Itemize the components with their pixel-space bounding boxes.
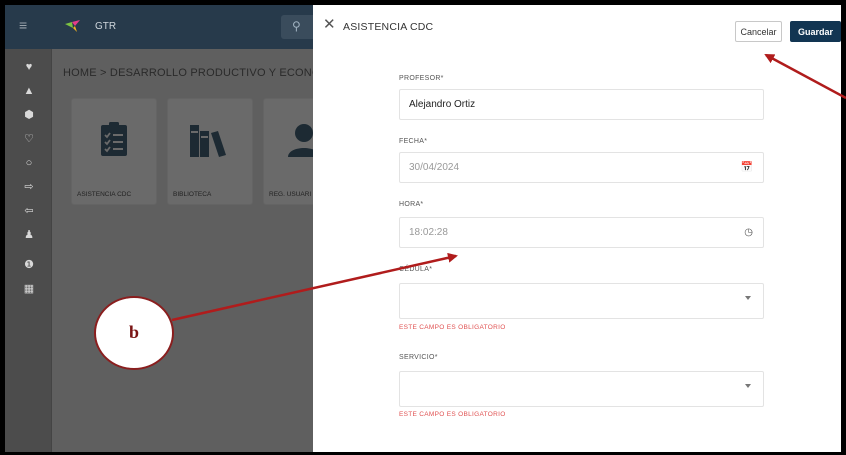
servicio-label: SERVICIO* [399, 354, 438, 361]
bell-icon[interactable]: ♡ [23, 133, 35, 145]
fecha-value: 30/04/2024 [409, 162, 460, 173]
cedula-label: CÉDULA* [399, 266, 433, 273]
background-app: ≡ GTR ⚲ ♥ ▲ ⬢ ♡ ○ ⇨ ⇦ ♟ ❶ ▦ HOME > DESAR… [5, 5, 349, 452]
profesor-value: Alejandro Ortiz [409, 99, 476, 110]
app-logo [65, 20, 80, 32]
person-icon[interactable]: ♟ [23, 229, 35, 241]
servicio-select[interactable] [399, 371, 764, 407]
tile-label: BIBLIOTECA [173, 191, 212, 198]
hora-field[interactable]: 18:02:28 ◷ [399, 217, 764, 248]
calendar-icon[interactable]: 📅 [741, 162, 753, 173]
fecha-label: FECHA* [399, 138, 428, 145]
hora-label: HORA* [399, 201, 424, 208]
fecha-field[interactable]: 30/04/2024 📅 [399, 152, 764, 183]
tile-label: ASISTENCIA CDC [77, 191, 132, 198]
screen-frame: ≡ GTR ⚲ ♥ ▲ ⬢ ♡ ○ ⇨ ⇦ ♟ ❶ ▦ HOME > DESAR… [5, 5, 841, 452]
grid-icon[interactable]: ▦ [23, 283, 35, 295]
save-button[interactable]: Guardar [790, 21, 841, 42]
cedula-error: ESTE CAMPO ES OBLIGATORIO [399, 324, 506, 331]
tile-asistencia-cdc[interactable]: ASISTENCIA CDC [71, 98, 157, 205]
clipboard-list-icon [101, 122, 127, 156]
tile-biblioteca[interactable]: BIBLIOTECA [167, 98, 253, 205]
servicio-error: ESTE CAMPO ES OBLIGATORIO [399, 411, 506, 418]
clock-icon[interactable]: ◷ [744, 227, 753, 238]
search-button[interactable]: ⚲ [281, 15, 313, 39]
panel-header: ✕ ASISTENCIA CDC Cancelar Guardar [313, 5, 841, 49]
chevron-down-icon [745, 296, 751, 300]
tile-label: REG. USUARI [269, 191, 312, 198]
asistencia-form-panel: ✕ ASISTENCIA CDC Cancelar Guardar PROFES… [313, 5, 841, 452]
info-icon[interactable]: ❶ [23, 259, 35, 271]
search-icon: ⚲ [292, 19, 301, 33]
heart-icon[interactable]: ♥ [23, 61, 35, 73]
side-rail: ♥ ▲ ⬢ ♡ ○ ⇨ ⇦ ♟ ❶ ▦ [5, 49, 52, 452]
chevron-down-icon [745, 384, 751, 388]
arrow-left-icon[interactable]: ⇦ [23, 205, 35, 217]
app-name: GTR [95, 21, 117, 32]
triangle-icon[interactable]: ▲ [23, 85, 35, 97]
annotation-callout: b [94, 296, 174, 370]
close-icon[interactable]: ✕ [323, 17, 337, 32]
hora-value: 18:02:28 [409, 227, 448, 238]
circle-icon[interactable]: ○ [23, 157, 35, 169]
arrow-right-icon[interactable]: ⇨ [23, 181, 35, 193]
top-bar: ≡ GTR ⚲ [5, 5, 313, 49]
cedula-select[interactable] [399, 283, 764, 319]
books-icon [190, 125, 226, 157]
annotation-label: b [128, 322, 139, 342]
cancel-button[interactable]: Cancelar [735, 21, 782, 42]
hexagon-icon[interactable]: ⬢ [23, 109, 35, 121]
breadcrumb: HOME > DESARROLLO PRODUCTIVO Y ECONC [63, 67, 321, 79]
profesor-field[interactable]: Alejandro Ortiz [399, 89, 764, 120]
profesor-label: PROFESOR* [399, 75, 444, 82]
panel-title: ASISTENCIA CDC [343, 21, 434, 33]
hamburger-menu-icon[interactable]: ≡ [19, 18, 33, 32]
